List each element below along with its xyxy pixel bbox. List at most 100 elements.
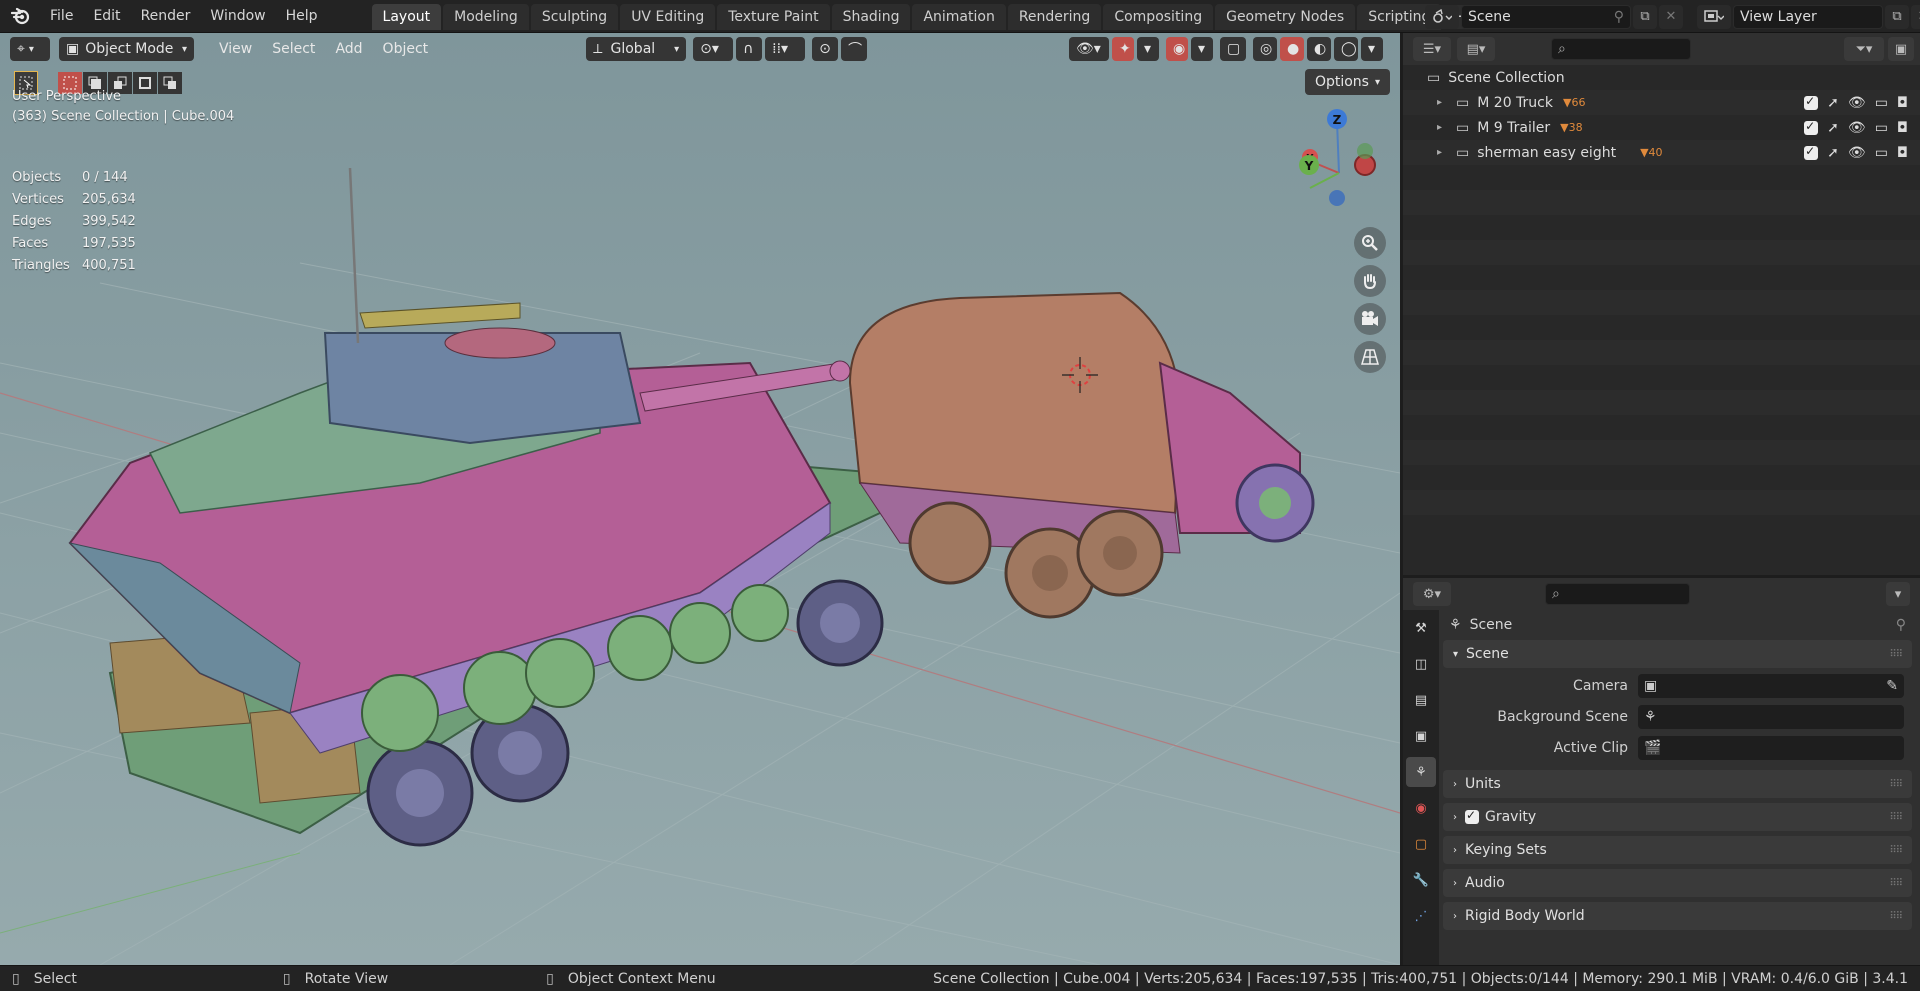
drag-grip-icon[interactable]: ⠿⠿ — [1889, 911, 1903, 922]
menu-render[interactable]: Render — [131, 4, 201, 28]
scene-name-field[interactable]: Scene ⚲ — [1461, 4, 1631, 29]
tab-modeling[interactable]: Modeling — [443, 3, 529, 30]
modifier-tab-icon[interactable]: 🔧 — [1406, 865, 1436, 895]
camera-icon[interactable]: ◘ — [1897, 120, 1908, 136]
output-tab-icon[interactable]: ▤ — [1406, 685, 1436, 715]
snap-target-icon[interactable]: ⁞⁞▾ — [765, 37, 806, 61]
exclude-checkbox[interactable] — [1804, 119, 1819, 135]
shading-material-icon[interactable]: ◐ — [1307, 37, 1331, 61]
expand-arrow-icon[interactable]: ▸ — [1437, 122, 1442, 133]
tab-uv-editing[interactable]: UV Editing — [620, 3, 716, 30]
camera-field[interactable]: ▣ ✎ — [1638, 673, 1904, 698]
selectable-arrow-icon[interactable]: ➚ — [1827, 95, 1839, 111]
pan-view-hand-icon[interactable] — [1354, 265, 1386, 297]
outliner-editor-type-icon[interactable]: ☰▾ — [1413, 37, 1451, 61]
particles-tab-icon[interactable]: ⋰ — [1406, 901, 1436, 931]
new-view-layer-icon[interactable]: ⧉ — [1885, 4, 1909, 29]
background-scene-field[interactable]: ⚘ — [1638, 704, 1904, 729]
menu-select[interactable]: Select — [262, 37, 325, 61]
gizmo-toggle-icon[interactable]: ✦ — [1112, 37, 1134, 61]
display-mode-icon[interactable]: ▤▾ — [1457, 37, 1495, 61]
viewport-scene[interactable]: Z X Y — [0, 33, 1400, 965]
gravity-panel-header[interactable]: › Gravity ⠿⠿ — [1443, 803, 1912, 831]
tab-compositing[interactable]: Compositing — [1103, 3, 1214, 30]
view-layer-field[interactable]: View Layer — [1733, 4, 1883, 29]
units-panel-header[interactable]: › Units ⠿⠿ — [1443, 770, 1912, 798]
visibility-filter-icon[interactable]: 👁▾ — [1069, 37, 1109, 61]
menu-help[interactable]: Help — [276, 4, 328, 28]
options-dropdown[interactable]: Options ▾ — [1304, 69, 1390, 95]
shading-rendered-icon[interactable]: ◯ — [1334, 37, 1358, 61]
drag-grip-icon[interactable]: ⠿⠿ — [1889, 845, 1903, 856]
blender-logo-icon[interactable] — [8, 3, 34, 29]
overlays-dropdown-icon[interactable]: ▾ — [1191, 37, 1213, 61]
selection-intersect-icon[interactable] — [158, 72, 182, 94]
tab-shading[interactable]: Shading — [831, 3, 911, 30]
drag-grip-icon[interactable]: ⠿⠿ — [1889, 878, 1903, 889]
properties-search-input[interactable]: ⌕ — [1545, 583, 1690, 605]
view-layer-tab-icon[interactable]: ▣ — [1406, 721, 1436, 751]
selectable-arrow-icon[interactable]: ➚ — [1827, 120, 1839, 136]
gravity-checkbox[interactable] — [1465, 808, 1479, 824]
scene-panel-header[interactable]: ▾ Scene ⠿⠿ — [1443, 640, 1912, 668]
menu-edit[interactable]: Edit — [83, 4, 130, 28]
eye-icon[interactable]: 👁 — [1848, 120, 1866, 136]
camera-icon[interactable]: ◘ — [1897, 145, 1908, 161]
delete-scene-icon[interactable]: ✕ — [1659, 4, 1683, 29]
tab-animation[interactable]: Animation — [912, 3, 1006, 30]
drag-grip-icon[interactable]: ⠿⠿ — [1889, 812, 1903, 823]
falloff-icon[interactable]: ⌒ — [841, 37, 868, 61]
world-tab-icon[interactable]: ◉ — [1406, 793, 1436, 823]
active-clip-field[interactable]: 🎬 — [1638, 735, 1904, 760]
zoom-view-icon[interactable] — [1354, 227, 1386, 259]
properties-options-icon[interactable]: ▾ — [1886, 582, 1910, 606]
shading-dropdown-icon[interactable]: ▾ — [1361, 37, 1383, 61]
drag-grip-icon[interactable]: ⠿⠿ — [1889, 649, 1903, 660]
tab-layout[interactable]: Layout — [371, 3, 442, 30]
exclude-checkbox[interactable] — [1804, 144, 1819, 160]
exclude-checkbox[interactable] — [1804, 94, 1819, 110]
tool-tab-icon[interactable]: ⚒ — [1406, 613, 1436, 643]
tab-geometry-nodes[interactable]: Geometry Nodes — [1215, 3, 1356, 30]
scene-tab-icon[interactable]: ⚘ — [1406, 757, 1436, 787]
menu-window[interactable]: Window — [200, 4, 275, 28]
object-mode-dropdown[interactable]: ▣ Object Mode ▾ — [59, 37, 194, 61]
eyedropper-icon[interactable]: ✎ — [1886, 678, 1898, 694]
outliner-search-input[interactable]: ⌕ — [1551, 38, 1691, 60]
scene-browse-icon[interactable] — [1425, 4, 1459, 29]
gizmo-dropdown-icon[interactable]: ▾ — [1137, 37, 1159, 61]
expand-arrow-icon[interactable]: ▸ — [1437, 147, 1442, 158]
selection-invert-icon[interactable] — [133, 72, 157, 94]
camera-view-icon[interactable] — [1354, 303, 1386, 335]
monitor-icon[interactable]: ▭ — [1875, 95, 1888, 111]
outliner-row-m20-truck[interactable]: ▸ ▭ M 20 Truck ▼66 ➚ 👁 ▭ ◘ — [1403, 90, 1920, 115]
overlays-toggle-icon[interactable]: ◉ — [1166, 37, 1188, 61]
shading-wireframe-icon[interactable]: ◎ — [1253, 37, 1277, 61]
eye-icon[interactable]: 👁 — [1848, 95, 1866, 111]
rigid-body-world-panel-header[interactable]: › Rigid Body World ⠿⠿ — [1443, 902, 1912, 930]
tab-sculpting[interactable]: Sculpting — [530, 3, 619, 30]
render-tab-icon[interactable]: ◫ — [1406, 649, 1436, 679]
pin-icon[interactable]: ⚲ — [1896, 617, 1906, 633]
3d-viewport[interactable]: Z X Y ⌖▾ ▣ Object Mode ▾ View Select Add… — [0, 33, 1400, 965]
perspective-toggle-grid-icon[interactable] — [1354, 341, 1386, 373]
proportional-edit-icon[interactable]: ⊙ — [812, 37, 839, 61]
eye-icon[interactable]: 👁 — [1848, 145, 1866, 161]
new-scene-icon[interactable]: ⧉ — [1633, 4, 1657, 29]
audio-panel-header[interactable]: › Audio ⠿⠿ — [1443, 869, 1912, 897]
keying-sets-panel-header[interactable]: › Keying Sets ⠿⠿ — [1443, 836, 1912, 864]
editor-type-button[interactable]: ⌖ ▾ — [10, 37, 50, 61]
selectable-arrow-icon[interactable]: ➚ — [1827, 145, 1839, 161]
properties-editor-type-icon[interactable]: ⚙▾ — [1413, 582, 1451, 606]
pin-icon[interactable]: ⚲ — [1614, 9, 1624, 25]
xray-toggle-icon[interactable]: ▢ — [1220, 37, 1246, 61]
snap-toggle-icon[interactable]: ∩ — [736, 37, 763, 61]
transform-orientation-dropdown[interactable]: ⟂ Global ▾ — [586, 37, 687, 61]
view-layer-browse-icon[interactable] — [1697, 4, 1731, 29]
menu-view[interactable]: View — [209, 37, 262, 61]
expand-arrow-icon[interactable]: ▸ — [1437, 97, 1442, 108]
monitor-icon[interactable]: ▭ — [1875, 145, 1888, 161]
pivot-point-icon[interactable]: ⊙▾ — [693, 37, 734, 61]
menu-add[interactable]: Add — [325, 37, 372, 61]
monitor-icon[interactable]: ▭ — [1875, 120, 1888, 136]
